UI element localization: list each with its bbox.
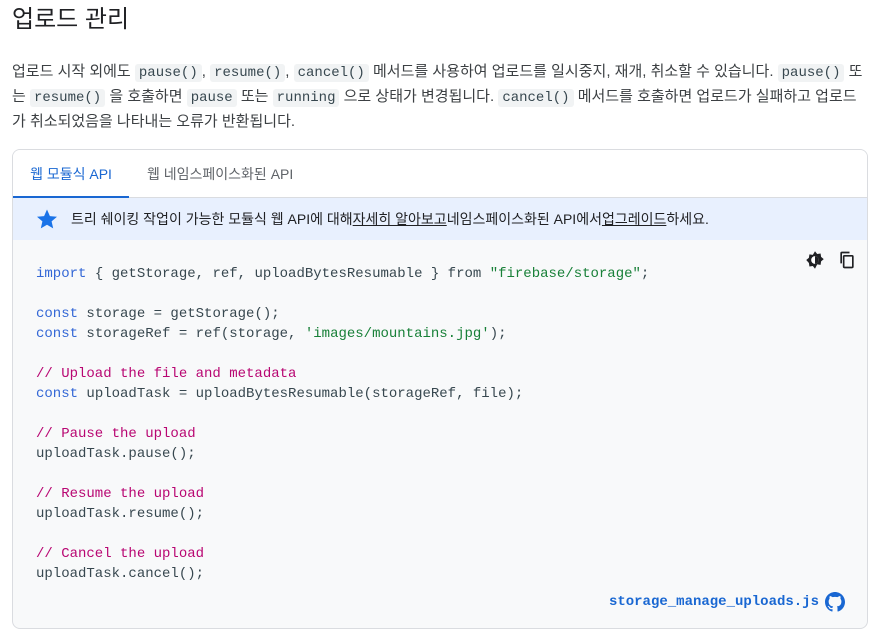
code-keyword: const (36, 306, 79, 322)
page-title: 업로드 관리 (12, 6, 130, 33)
para-text: 메서드를 사용하여 업로드를 일시중지, 재개, 취소할 수 있습니다. (368, 63, 778, 80)
para-text: 업로드 시작 외에도 (12, 63, 135, 80)
para-text: 으로 상태가 변경됩니다. (339, 88, 499, 105)
tab-modular-api[interactable]: 웹 모듈식 API (13, 150, 129, 198)
code-sample-card: 웹 모듈식 API 웹 네임스페이스화된 API 트리 쉐이킹 작업이 가능한 … (12, 149, 868, 629)
inline-code: pause() (134, 64, 202, 82)
code-text: storage = getStorage(); (78, 306, 280, 322)
copy-button[interactable] (835, 248, 859, 272)
code-comment: // Upload the file and metadata (36, 366, 297, 382)
code-text: { getStorage, ref, uploadBytesResumable … (86, 266, 490, 282)
para-text: , (285, 63, 294, 80)
github-icon (825, 592, 845, 612)
para-text: 을 호출하면 (105, 88, 187, 105)
code-keyword: const (36, 386, 79, 402)
code-comment: // Resume the upload (36, 486, 205, 502)
code-toolbar (803, 248, 859, 272)
notice-text: 네임스페이스화된 API에서 (446, 211, 602, 227)
api-tabs: 웹 모듈식 API 웹 네임스페이스화된 API (13, 150, 867, 198)
theme-toggle-icon (806, 251, 824, 269)
description-paragraph: 업로드 시작 외에도 pause(), resume(), cancel() 메… (12, 60, 864, 134)
code-text: uploadTask.cancel(); (36, 566, 205, 582)
code-text: uploadTask.resume(); (36, 506, 205, 522)
notice-text: 하세요. (666, 211, 709, 227)
code-string: 'images/mountains.jpg' (304, 326, 490, 342)
learn-more-link[interactable]: 자세히 알아보고 (353, 209, 447, 229)
source-file-link[interactable]: storage_manage_uploads.js (609, 592, 845, 612)
code-keyword: const (36, 326, 79, 342)
source-file-name: storage_manage_uploads.js (608, 594, 819, 610)
code-keyword: import (36, 266, 87, 282)
tab-namespaced-api[interactable]: 웹 네임스페이스화된 API (147, 150, 293, 198)
star-icon (37, 209, 57, 229)
code-text: ; (640, 266, 650, 282)
copy-icon (840, 251, 854, 269)
notice-text: 트리 쉐이킹 작업이 가능한 모듈식 웹 API에 대해 (71, 211, 353, 227)
code-string: "firebase/storage" (489, 266, 641, 282)
code-text: ); (489, 326, 507, 342)
inline-code: pause() (777, 64, 845, 82)
code-content: import { getStorage, ref, uploadBytesRes… (36, 264, 649, 584)
inline-code: resume() (210, 64, 286, 82)
upgrade-link[interactable]: 업그레이드 (602, 209, 666, 229)
code-comment: // Pause the upload (36, 426, 196, 442)
code-text: storageRef = ref(storage, (78, 326, 305, 342)
inline-code: running (272, 89, 340, 107)
code-block: import { getStorage, ref, uploadBytesRes… (13, 240, 867, 628)
para-text: , (201, 63, 211, 80)
inline-code: resume() (29, 89, 106, 107)
inline-code: pause (186, 89, 237, 107)
modular-api-notice: 트리 쉐이킹 작업이 가능한 모듈식 웹 API에 대해 자세히 알아보고 네임… (13, 198, 867, 240)
code-comment: // Cancel the upload (36, 546, 205, 562)
inline-code: cancel() (293, 64, 369, 82)
para-text: 또는 (236, 88, 273, 105)
theme-toggle-button[interactable] (803, 248, 827, 272)
inline-code: cancel() (498, 89, 574, 107)
code-text: uploadTask = uploadBytesResumable(storag… (78, 386, 524, 402)
code-text: uploadTask.pause(); (36, 446, 196, 462)
